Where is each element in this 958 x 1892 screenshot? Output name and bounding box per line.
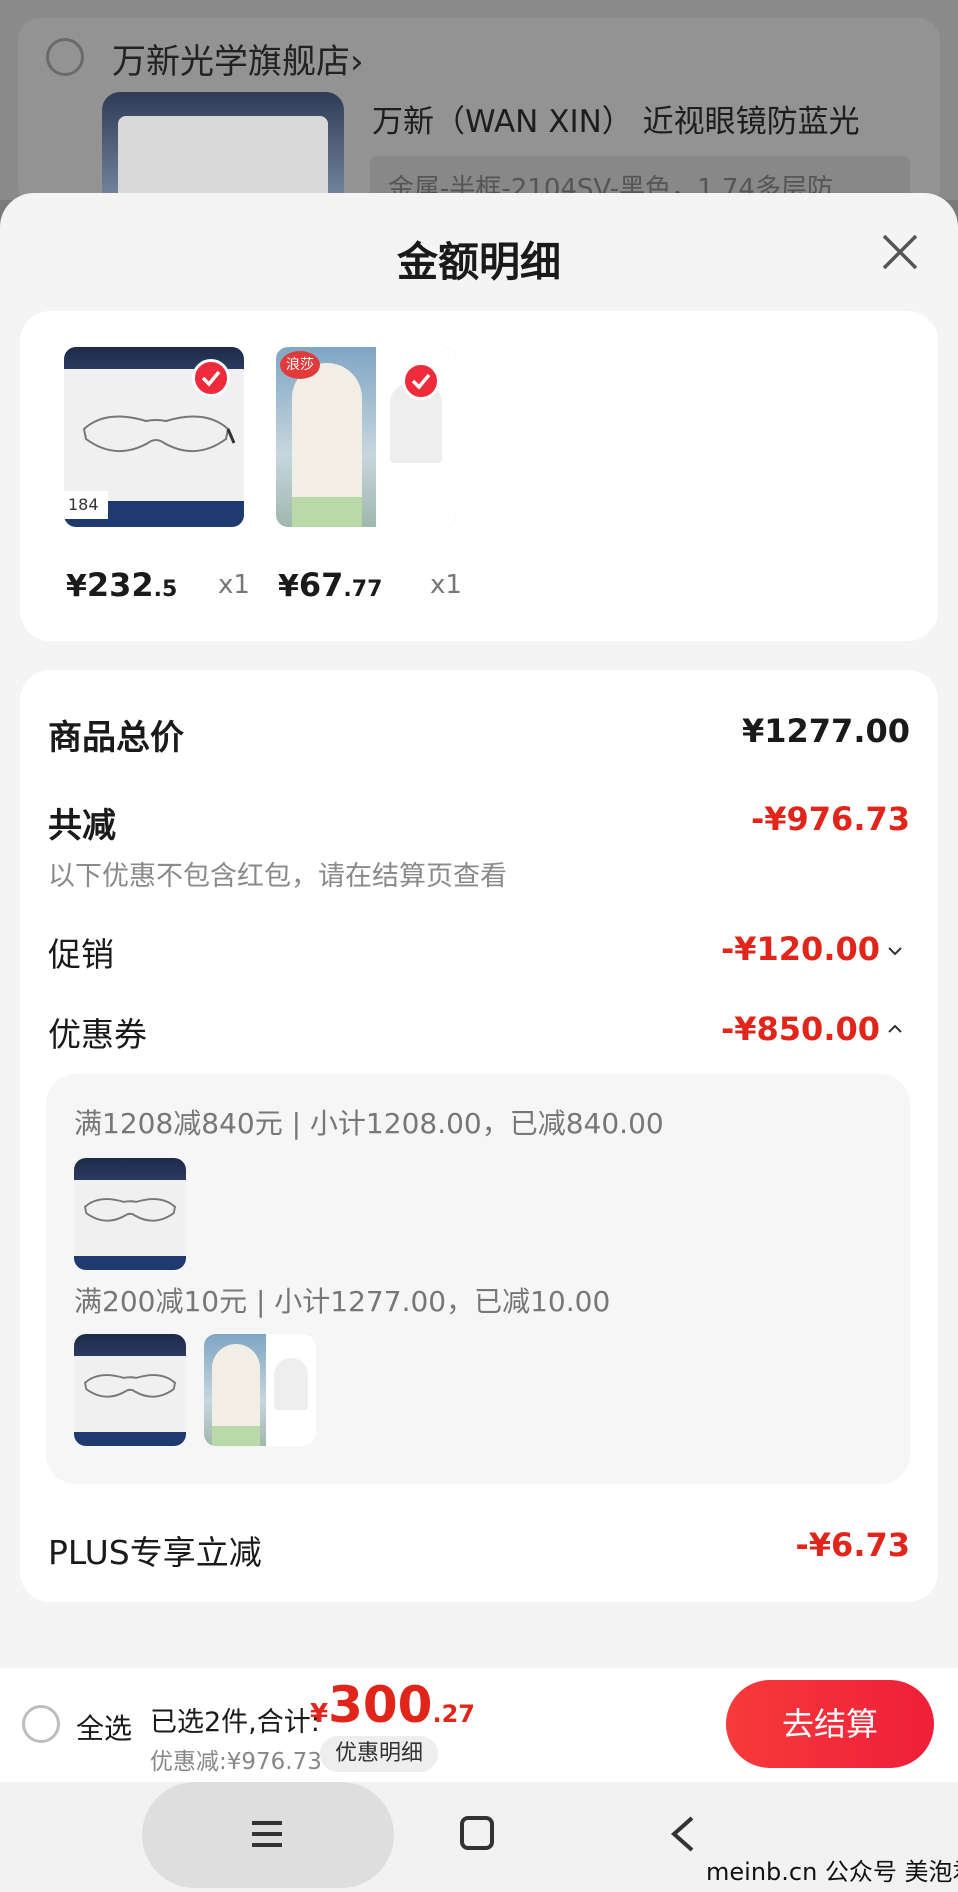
coupon-label[interactable]: 优惠券 xyxy=(48,1008,147,1056)
chevron-up-icon[interactable] xyxy=(886,1020,904,1038)
brand-badge: 浪莎 xyxy=(280,351,320,379)
product-checked-icon[interactable] xyxy=(192,359,230,397)
checkout-button[interactable]: 去结算 xyxy=(726,1680,934,1768)
coupon-rule: 满200减10元 | 小计1277.00，已减10.00 xyxy=(74,1285,611,1318)
total-reduction-label: 共减 xyxy=(48,806,116,846)
coupon-product-sun-hoodie xyxy=(204,1334,316,1446)
discount-note: 以下优惠不包含红包，请在结算页查看 xyxy=(48,861,507,892)
plus-discount-value: -¥6.73 xyxy=(795,1526,911,1564)
product-price-tag: 184 xyxy=(64,491,108,519)
discount-detail-button[interactable]: 优惠明细 xyxy=(320,1736,438,1772)
product-quantity: x1 xyxy=(218,570,250,600)
total-reduction-value: -¥976.73 xyxy=(750,800,910,838)
menu-icon[interactable] xyxy=(250,1818,284,1850)
total-amount: ¥300.27 xyxy=(310,1676,475,1734)
back-icon[interactable] xyxy=(668,1814,698,1854)
product-price: ¥67.77 xyxy=(278,566,383,604)
watermark: meinb.cn 公众号 美泡君 xyxy=(706,1858,958,1886)
background-product-title: 万新（WAN XIN） 近视眼镜防蓝光 xyxy=(372,104,860,140)
goods-total-label: 商品总价 xyxy=(48,718,184,758)
select-all-label[interactable]: 全选 xyxy=(76,1707,132,1747)
product-quantity: x1 xyxy=(430,570,462,600)
background-store-name: 万新光学旗舰店› xyxy=(112,42,364,82)
chevron-down-icon[interactable] xyxy=(886,942,904,960)
goods-total-value: ¥1277.00 xyxy=(741,712,910,750)
home-icon[interactable] xyxy=(460,1816,494,1850)
promotion-value[interactable]: -¥120.00 xyxy=(721,930,880,968)
sheet-title: 金额明细 xyxy=(397,238,561,286)
discount-amount: 优惠减:¥976.73 xyxy=(150,1749,322,1775)
plus-discount-label: PLUS专享立减 xyxy=(48,1533,262,1572)
coupon-value[interactable]: -¥850.00 xyxy=(721,1010,880,1048)
selected-summary: 已选2件,合计: xyxy=(150,1707,320,1738)
close-icon[interactable] xyxy=(880,232,920,272)
coupon-product-glasses xyxy=(74,1158,186,1270)
product-price: ¥232.5 xyxy=(66,566,178,604)
background-store-radio xyxy=(46,38,84,76)
promotion-label[interactable]: 促销 xyxy=(48,928,114,976)
product-checked-icon[interactable] xyxy=(402,362,440,400)
select-all-radio[interactable] xyxy=(22,1705,60,1743)
coupon-rule: 满1208减840元 | 小计1208.00，已减840.00 xyxy=(74,1107,664,1140)
coupon-product-glasses xyxy=(74,1334,186,1446)
